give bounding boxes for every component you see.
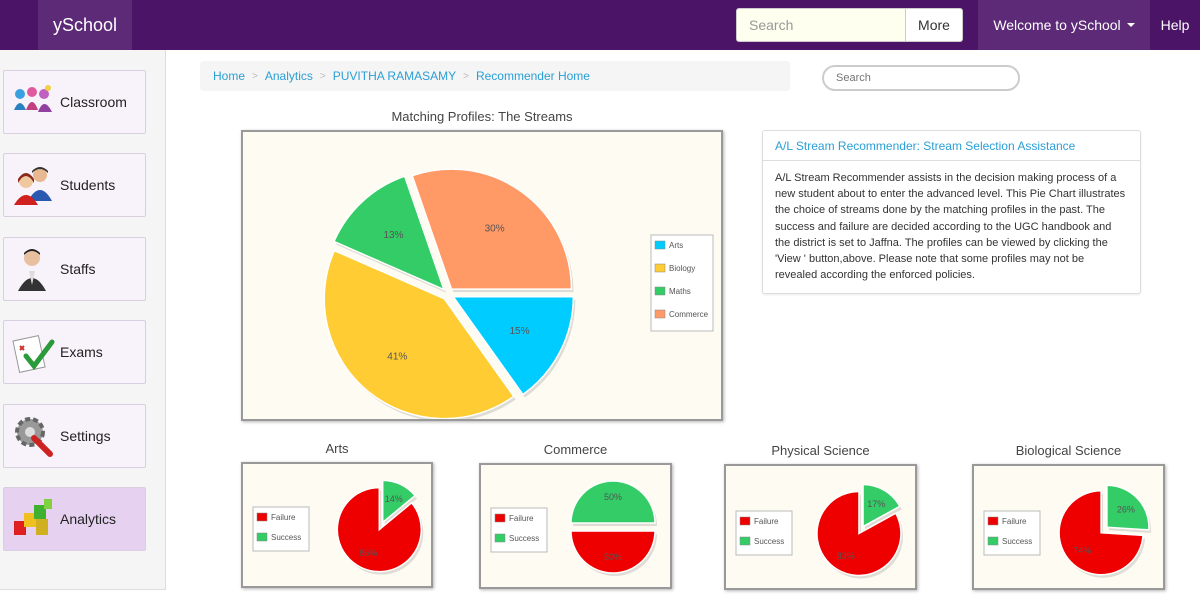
students-icon <box>14 167 52 205</box>
staffs-icon <box>18 249 46 291</box>
sidebar-item-staffs[interactable]: Staffs <box>3 237 146 301</box>
pie-label-arts: 15% <box>509 326 529 337</box>
search-input[interactable] <box>736 8 906 42</box>
pie-label-success: 14% <box>385 494 403 504</box>
sidebar-item-label: Exams <box>60 344 103 360</box>
sidebar-item-label: Analytics <box>60 511 117 527</box>
sidebar-item-label: Students <box>60 177 116 193</box>
caret-down-icon <box>1126 23 1135 27</box>
chart-title-biological-science: Biological Science <box>1015 443 1122 458</box>
chart-title-commerce: Commerce <box>543 442 608 457</box>
legend-swatch-failure <box>987 516 999 526</box>
info-panel-body: A/L Stream Recommender assists in the de… <box>775 172 1126 282</box>
breadcrumb-recommender-home[interactable]: Recommender Home <box>476 69 590 83</box>
legend-label-maths: Maths <box>669 287 691 296</box>
settings-icon <box>15 417 53 457</box>
legend-swatch-arts <box>654 240 666 250</box>
more-button[interactable]: More <box>905 8 963 42</box>
classroom-icon <box>14 85 52 112</box>
legend-swatch-failure <box>494 513 506 523</box>
welcome-label: Welcome to ySchool <box>993 17 1121 33</box>
info-panel: A/L Stream Recommender: Stream Selection… <box>762 130 1141 294</box>
pie-label-failure: 50% <box>604 552 622 562</box>
pie-label-failure: 83% <box>837 551 855 561</box>
breadcrumb-separator: > <box>463 70 469 82</box>
pie-slice-success <box>570 480 656 524</box>
legend-swatch-success <box>494 533 506 543</box>
legend-label-success: Success <box>754 537 784 546</box>
legend-swatch-failure <box>739 516 751 526</box>
pie-label-failure: 86% <box>359 548 377 558</box>
legend-swatch-success <box>739 536 751 546</box>
content-search-input[interactable] <box>822 65 1020 91</box>
legend-label-success: Success <box>1002 537 1032 546</box>
arts-pie-chart: 14% 86% Failure Success <box>241 462 433 588</box>
pie-label-success: 50% <box>604 492 622 502</box>
legend-label-commerce: Commerce <box>669 310 709 319</box>
sidebar-item-label: Settings <box>60 428 111 444</box>
chart-title-arts: Arts <box>325 441 349 456</box>
pie-label-maths: 13% <box>383 230 403 241</box>
breadcrumb-home[interactable]: Home <box>213 69 245 83</box>
sidebar-item-students[interactable]: Students <box>3 153 146 217</box>
pie-label-biology: 41% <box>387 351 407 362</box>
info-panel-title: A/L Stream Recommender: Stream Selection… <box>763 131 1140 161</box>
chart-title-streams: Matching Profiles: The Streams <box>391 109 573 124</box>
help-link[interactable]: Help <box>1150 0 1200 50</box>
sidebar-item-analytics[interactable]: Analytics <box>3 487 146 551</box>
legend-swatch-success <box>987 536 999 546</box>
sidebar-item-exams[interactable]: Exams <box>3 320 146 384</box>
sidebar-item-settings[interactable]: Settings <box>3 404 146 468</box>
legend-swatch-maths <box>654 286 666 296</box>
legend-label-success: Success <box>509 534 539 543</box>
legend-label-arts: Arts <box>669 241 683 250</box>
breadcrumb-analytics[interactable]: Analytics <box>265 69 313 83</box>
exams-icon <box>12 335 55 373</box>
legend-swatch-failure <box>256 512 268 522</box>
top-navbar: ySchool More Welcome to ySchool Help <box>0 0 1200 50</box>
breadcrumb-separator: > <box>319 70 326 82</box>
analytics-icon <box>14 499 52 535</box>
legend-label-failure: Failure <box>754 517 779 526</box>
biological-science-pie-chart: 26% 74% Failure Success <box>972 464 1165 590</box>
legend-label-failure: Failure <box>509 514 534 523</box>
legend-label-failure: Failure <box>1002 517 1027 526</box>
breadcrumb: Home > Analytics > PUVITHA RAMASAMY > Re… <box>200 61 790 91</box>
pie-label-failure: 74% <box>1073 546 1091 556</box>
chart-title-physical-science: Physical Science <box>771 443 870 458</box>
legend-label-failure: Failure <box>271 513 296 522</box>
physical-science-pie-chart: 17% 83% Failure Success <box>724 464 917 590</box>
pie-label-success: 26% <box>1117 504 1135 514</box>
brand-logo[interactable]: ySchool <box>38 0 132 50</box>
streams-pie-chart: 15% 41% 13% 30% Arts Biology Maths Commerce <box>241 130 723 421</box>
sidebar-item-classroom[interactable]: Classroom <box>3 70 146 134</box>
breadcrumb-separator: > <box>252 70 258 82</box>
legend-label-biology: Biology <box>669 264 695 273</box>
legend-swatch-commerce <box>654 309 666 319</box>
sidebar: Classroom Students Staffs Exams Settings… <box>0 50 166 590</box>
pie-label-commerce: 30% <box>485 224 505 235</box>
commerce-pie-chart: 50% 50% Failure Success <box>479 463 672 589</box>
sidebar-item-label: Classroom <box>60 94 127 110</box>
sidebar-item-label: Staffs <box>60 261 96 277</box>
breadcrumb-student[interactable]: PUVITHA RAMASAMY <box>333 69 456 83</box>
legend-swatch-biology <box>654 263 666 273</box>
pie-label-success: 17% <box>867 499 885 509</box>
legend-label-success: Success <box>271 533 301 542</box>
legend-swatch-success <box>256 532 268 542</box>
welcome-dropdown[interactable]: Welcome to ySchool <box>978 0 1150 50</box>
